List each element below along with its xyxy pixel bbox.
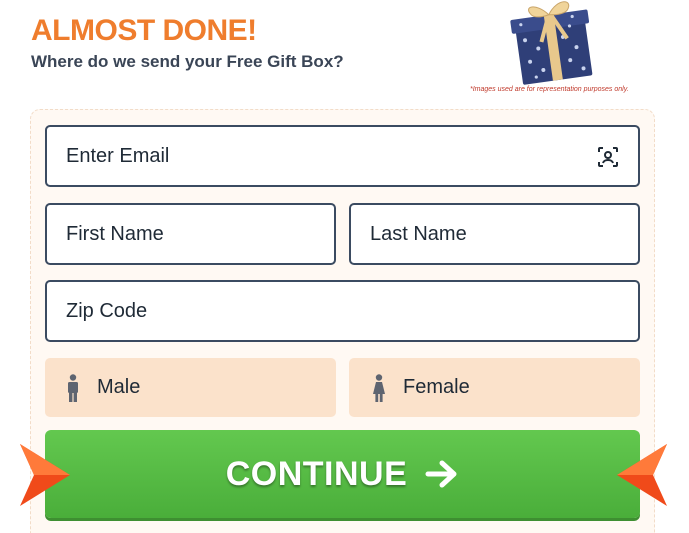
zip-code-field-wrapper [45,280,640,342]
last-name-field-wrapper [349,203,640,265]
signup-page: ALMOST DONE! Where do we send your Free … [0,0,689,533]
first-name-field[interactable] [47,205,334,263]
first-name-field-wrapper [45,203,336,265]
pointer-arrow-left-icon [20,444,70,506]
gift-box-image [510,1,593,85]
continue-label: CONTINUE [225,454,408,493]
gender-male-label: Male [97,376,141,398]
gender-female-label: Female [403,376,470,398]
continue-button[interactable]: CONTINUE [45,430,640,518]
gender-male-option[interactable]: Male [45,358,336,417]
male-icon [68,373,78,402]
email-field-wrapper [45,125,640,187]
zip-code-field[interactable] [47,282,638,340]
pointer-arrow-right-icon [617,444,667,506]
headline: ALMOST DONE! [31,14,257,47]
female-icon [373,373,385,402]
subheadline: Where do we send your Free Gift Box? [31,52,344,71]
image-disclaimer: *Images used are for representation purp… [470,86,629,93]
last-name-field[interactable] [351,205,638,263]
email-field[interactable] [47,127,638,185]
gender-female-option[interactable]: Female [349,358,640,417]
arrow-right-icon [425,460,457,488]
contact-card-icon [598,147,618,167]
